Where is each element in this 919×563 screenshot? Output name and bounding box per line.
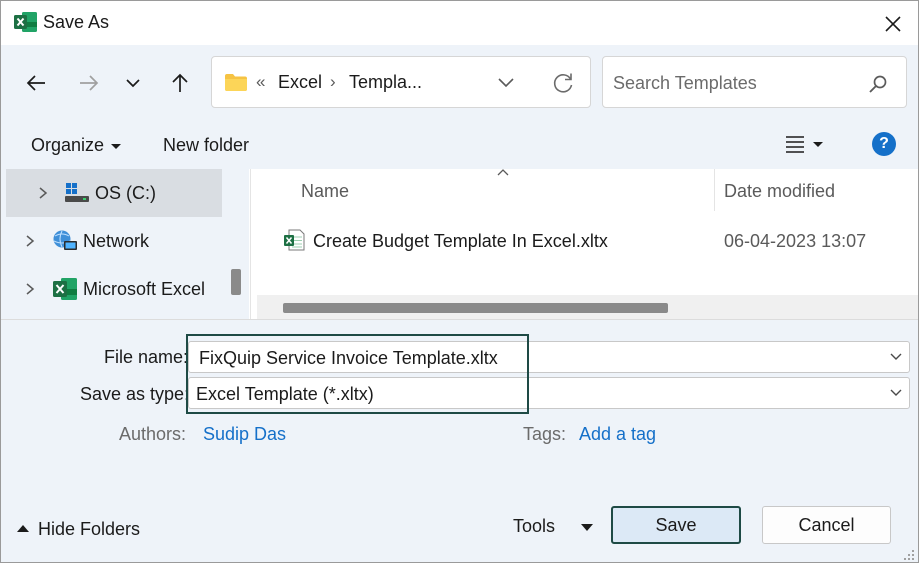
tools-menu[interactable]: Tools bbox=[513, 516, 594, 537]
change-view-button[interactable] bbox=[783, 133, 833, 159]
list-view-icon bbox=[786, 136, 804, 153]
address-history-chevron-icon[interactable] bbox=[495, 73, 517, 93]
file-name-combobox[interactable] bbox=[188, 341, 910, 373]
up-button[interactable] bbox=[163, 66, 197, 100]
search-input[interactable] bbox=[613, 71, 863, 95]
chevron-down-icon[interactable] bbox=[889, 352, 903, 362]
arrow-up-icon bbox=[172, 73, 188, 92]
drive-icon bbox=[65, 183, 89, 202]
save-as-type-label: Save as type: bbox=[80, 384, 190, 404]
save-as-type-dropdown[interactable]: Excel Template (*.xltx) bbox=[188, 377, 910, 409]
back-button[interactable] bbox=[19, 66, 53, 100]
dialog-title: Save As bbox=[43, 12, 110, 32]
file-date-modified: 06-04-2023 13:07 bbox=[724, 231, 867, 251]
caret-up-icon bbox=[17, 524, 29, 532]
command-bar: Organize New folder ? bbox=[1, 121, 918, 169]
breadcrumb-excel[interactable]: Excel bbox=[278, 72, 322, 93]
recent-locations-button[interactable] bbox=[116, 66, 150, 100]
excel-app-icon bbox=[14, 12, 37, 32]
navigation-pane: OS (C:) Network Microsoft Excel bbox=[1, 169, 249, 319]
caret-down-icon bbox=[111, 143, 122, 149]
column-header-date-modified[interactable]: Date modified bbox=[724, 181, 835, 202]
tags-label: Tags: bbox=[523, 424, 567, 444]
file-list-pane: Name Date modified Create Budget Templat… bbox=[250, 169, 918, 319]
horizontal-scrollbar[interactable] bbox=[257, 295, 918, 319]
close-button[interactable] bbox=[871, 7, 915, 41]
dialog-footer: Hide Folders Tools Save Cancel bbox=[1, 471, 918, 562]
sidebar-item-microsoft-excel[interactable]: Microsoft Excel bbox=[6, 265, 222, 313]
forward-button[interactable] bbox=[72, 66, 106, 100]
search-icon[interactable] bbox=[867, 73, 889, 95]
navigation-bar: « Excel › Templa... bbox=[1, 45, 918, 121]
organize-menu[interactable]: Organize bbox=[31, 135, 122, 156]
excel-template-icon bbox=[284, 229, 305, 251]
tools-label: Tools bbox=[513, 516, 556, 536]
view-options-caret-icon bbox=[813, 142, 823, 147]
help-button[interactable]: ? bbox=[872, 132, 896, 156]
cancel-button[interactable]: Cancel bbox=[762, 506, 891, 544]
authors-label: Authors: bbox=[119, 424, 187, 444]
save-as-dialog: Save As « Excel › Templa... Search Templ… bbox=[0, 0, 919, 563]
column-header-name[interactable]: Name bbox=[301, 181, 349, 202]
sort-ascending-icon bbox=[497, 169, 509, 176]
sidebar-item-network[interactable]: Network bbox=[6, 217, 222, 265]
column-divider[interactable] bbox=[714, 169, 715, 211]
caret-down-icon bbox=[581, 523, 594, 531]
sidebar-item-os-c[interactable]: OS (C:) bbox=[6, 169, 222, 217]
add-tag-link[interactable]: Add a tag bbox=[579, 424, 656, 445]
file-row[interactable]: Create Budget Template In Excel.xltx 06-… bbox=[259, 221, 918, 261]
folder-icon bbox=[225, 74, 247, 91]
close-icon bbox=[885, 16, 901, 32]
refresh-icon[interactable] bbox=[550, 70, 576, 96]
search-box[interactable] bbox=[602, 56, 907, 108]
new-folder-button[interactable]: New folder bbox=[163, 135, 249, 156]
horizontal-scrollbar-thumb[interactable] bbox=[283, 303, 668, 313]
excel-icon bbox=[53, 278, 77, 300]
hide-folders-label: Hide Folders bbox=[38, 519, 141, 539]
hide-folders-button[interactable]: Hide Folders bbox=[17, 519, 140, 540]
chevron-right-icon[interactable] bbox=[23, 233, 37, 249]
chevron-right-icon[interactable] bbox=[36, 185, 50, 201]
organize-label: Organize bbox=[31, 135, 105, 155]
chevron-down-icon bbox=[890, 389, 902, 396]
breadcrumb-overflow[interactable]: « bbox=[256, 72, 265, 92]
save-form: File name: Save as type: Excel Template … bbox=[1, 319, 918, 471]
breadcrumb-templates[interactable]: Templa... bbox=[349, 72, 422, 93]
save-as-type-value: Excel Template (*.xltx) bbox=[196, 384, 374, 404]
title-bar: Save As bbox=[1, 1, 918, 45]
address-bar[interactable]: « Excel › Templa... bbox=[211, 56, 591, 108]
chevron-right-icon[interactable] bbox=[23, 281, 37, 297]
network-icon bbox=[53, 230, 77, 250]
sidebar-item-label: OS (C:) bbox=[95, 183, 156, 203]
breadcrumb-separator: › bbox=[330, 72, 336, 91]
sidebar-item-label: Network bbox=[83, 231, 150, 251]
chevron-down-icon bbox=[126, 79, 140, 88]
arrow-left-icon bbox=[26, 75, 45, 91]
resize-grip-icon[interactable] bbox=[901, 549, 915, 561]
authors-value[interactable]: Sudip Das bbox=[203, 424, 286, 445]
navigation-pane-scrollbar[interactable] bbox=[231, 269, 241, 295]
file-name-label: File name: bbox=[104, 347, 189, 367]
file-name: Create Budget Template In Excel.xltx bbox=[313, 231, 608, 251]
sidebar-item-label: Microsoft Excel bbox=[83, 279, 206, 299]
save-button[interactable]: Save bbox=[611, 506, 741, 544]
file-name-input[interactable] bbox=[199, 346, 799, 370]
arrow-right-icon bbox=[80, 75, 99, 91]
